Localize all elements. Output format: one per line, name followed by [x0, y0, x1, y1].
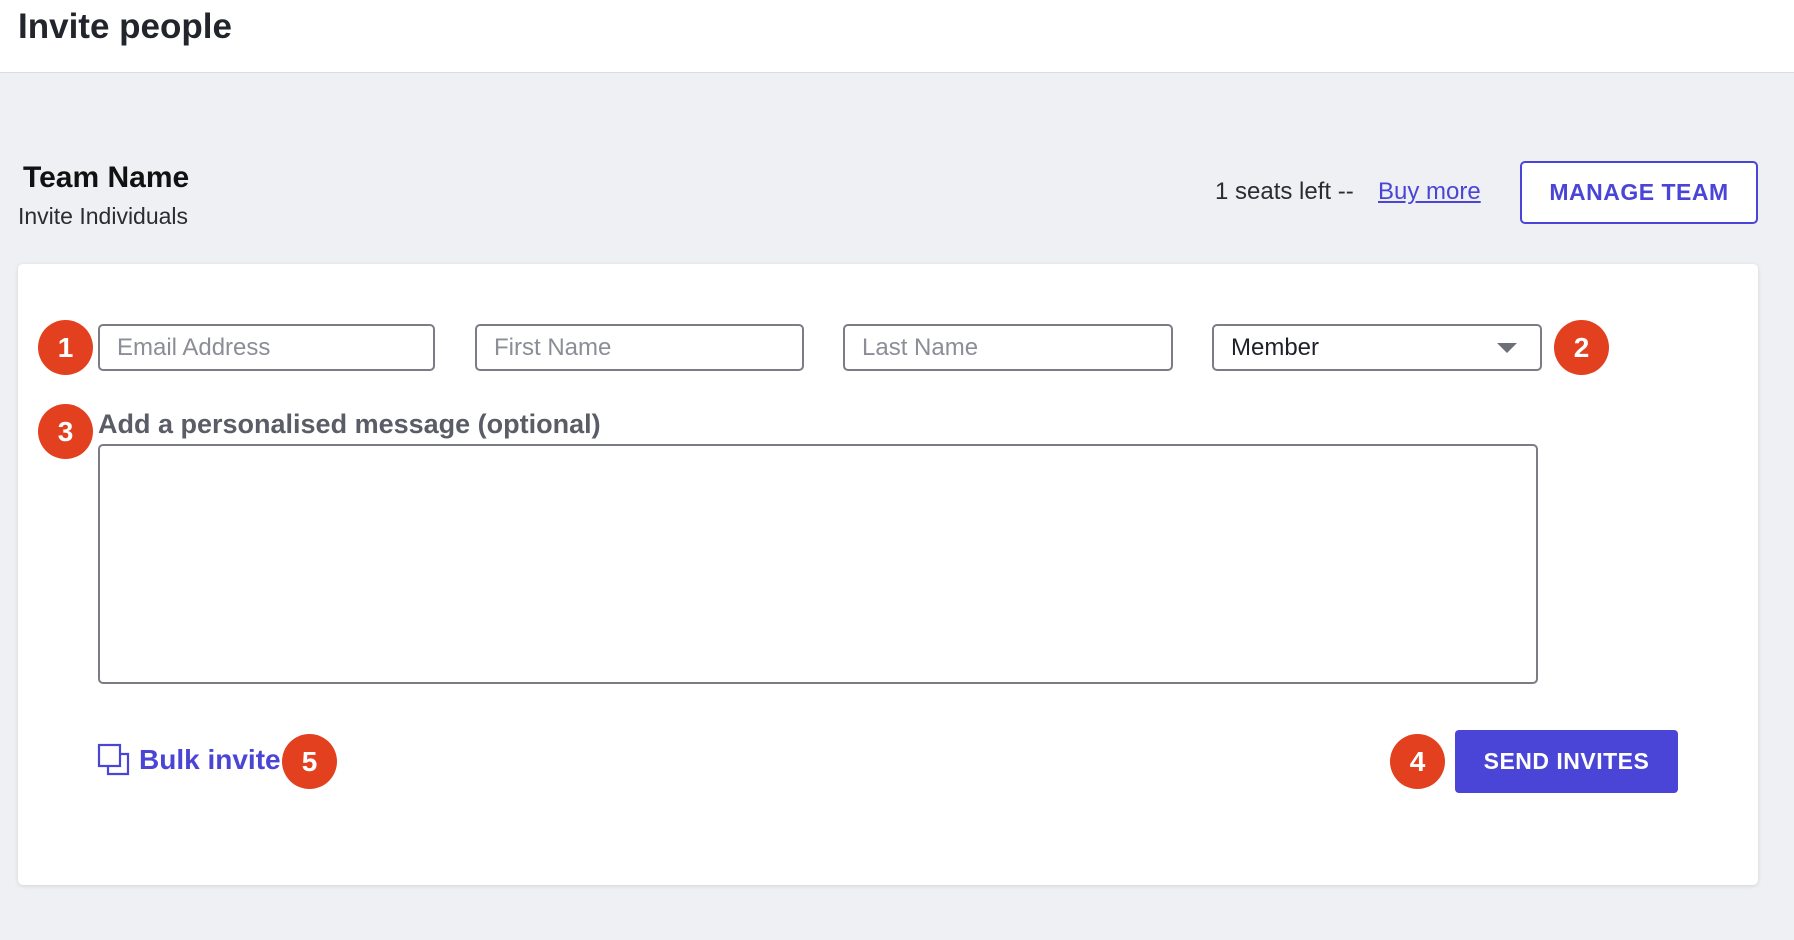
annotation-badge-2: 2 — [1554, 320, 1609, 375]
bulk-invite-label: Bulk invite — [139, 744, 281, 775]
chevron-down-icon — [1497, 342, 1517, 353]
team-subtitle: Invite Individuals — [18, 203, 189, 229]
copy-icon — [97, 743, 130, 776]
annotation-badge-3: 3 — [38, 404, 93, 459]
seats-left-text: 1 seats left -- — [1215, 178, 1354, 205]
top-bar: Invite people — [0, 0, 1794, 73]
role-select[interactable]: Member — [1212, 324, 1542, 371]
annotation-badge-4: 4 — [1390, 734, 1445, 789]
annotation-badge-5: 5 — [282, 734, 337, 789]
message-textarea[interactable] — [98, 444, 1538, 684]
role-select-value: Member — [1231, 333, 1320, 361]
send-invites-button[interactable]: SEND INVITES — [1455, 730, 1678, 793]
first-name-field[interactable] — [475, 324, 804, 371]
buy-more-link[interactable]: Buy more — [1378, 178, 1481, 206]
annotation-badge-1: 1 — [38, 320, 93, 375]
message-label: Add a personalised message (optional) — [98, 409, 601, 439]
manage-team-button[interactable]: MANAGE TEAM — [1520, 161, 1758, 224]
email-field[interactable] — [98, 324, 435, 371]
last-name-field[interactable] — [843, 324, 1173, 371]
bulk-invite-link[interactable]: Bulk invite — [97, 743, 281, 777]
team-name: Team Name — [23, 161, 190, 194]
page-title: Invite people — [18, 7, 232, 46]
